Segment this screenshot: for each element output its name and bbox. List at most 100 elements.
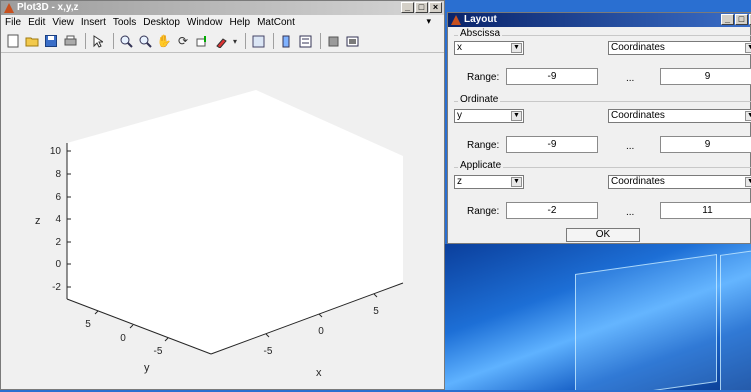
menu-edit[interactable]: Edit bbox=[28, 17, 45, 28]
print-icon[interactable] bbox=[62, 33, 78, 49]
toolbar-separator bbox=[85, 33, 86, 49]
toolbar-separator bbox=[113, 33, 114, 49]
z-tick-label: 6 bbox=[55, 192, 61, 203]
menu-window[interactable]: Window bbox=[187, 17, 223, 28]
ordinate-range-label: Range: bbox=[467, 140, 500, 151]
abscissa-mode-select[interactable]: Coordinates ▼ bbox=[608, 41, 751, 55]
maximize-button[interactable]: □ bbox=[735, 14, 748, 25]
zoom-in-icon[interactable] bbox=[118, 33, 134, 49]
z-tick-label: 4 bbox=[55, 214, 61, 225]
applicate-variable-select[interactable]: z ▼ bbox=[454, 175, 524, 189]
rotate-3d-icon[interactable]: ⟳ bbox=[175, 33, 191, 49]
ordinate-mode-value: Coordinates bbox=[611, 110, 665, 121]
applicate-variable-value: z bbox=[457, 176, 462, 187]
y-tick-mark bbox=[94, 310, 99, 315]
menu-desktop[interactable]: Desktop bbox=[143, 17, 180, 28]
colorbar-icon[interactable] bbox=[278, 33, 294, 49]
show-plot-tools-icon[interactable] bbox=[344, 33, 360, 49]
toolbar-separator bbox=[245, 33, 246, 49]
layout-window: Layout _ □ × Abscissa x ▼ Coordinates ▼ … bbox=[447, 12, 751, 244]
z-tick-label: 8 bbox=[55, 169, 61, 180]
pan-hand-icon[interactable]: ✋ bbox=[156, 33, 172, 49]
abscissa-label: Abscissa bbox=[458, 28, 503, 39]
figure-toolbar: ✋ ⟳ ▾ bbox=[1, 30, 444, 53]
z-tick-label: 10 bbox=[50, 146, 62, 157]
z-axis-label: z bbox=[35, 215, 41, 227]
menu-help[interactable]: Help bbox=[230, 17, 251, 28]
z-tick-label: 0 bbox=[55, 259, 61, 270]
layout-window-title: Layout bbox=[464, 14, 497, 25]
x-tick-label: 5 bbox=[373, 306, 379, 317]
desktop-background bbox=[445, 244, 751, 390]
ordinate-variable-value: y bbox=[457, 110, 462, 121]
plot-window-title-bar[interactable]: Plot3D - x,y,z _ □ × bbox=[1, 1, 444, 15]
applicate-group: Applicate bbox=[454, 160, 751, 171]
applicate-min-input[interactable]: -2 bbox=[506, 202, 598, 219]
ordinate-range-dots: ... bbox=[626, 141, 635, 152]
chevron-down-icon: ▼ bbox=[511, 111, 522, 121]
axes-3d[interactable]: 10 8 6 4 2 0 -2 5 0 -5 5 0 -5 z y x bbox=[1, 53, 444, 389]
z-tick-label: 2 bbox=[55, 237, 61, 248]
applicate-mode-select[interactable]: Coordinates ▼ bbox=[608, 175, 751, 189]
x-tick-label: 0 bbox=[318, 326, 324, 337]
abscissa-max-input[interactable]: 9 bbox=[660, 68, 751, 85]
ordinate-min-input[interactable]: -9 bbox=[506, 136, 598, 153]
y-axis-label: y bbox=[144, 362, 150, 374]
save-icon[interactable] bbox=[43, 33, 59, 49]
ok-button[interactable]: OK bbox=[566, 228, 640, 242]
layout-window-title-bar[interactable]: Layout _ □ × bbox=[448, 13, 751, 27]
pointer-icon[interactable] bbox=[90, 33, 106, 49]
chevron-down-icon: ▼ bbox=[511, 177, 522, 187]
y-tick-mark bbox=[129, 324, 134, 329]
brush-icon[interactable] bbox=[213, 33, 229, 49]
abscissa-range-dots: ... bbox=[626, 73, 635, 84]
zoom-out-icon[interactable] bbox=[137, 33, 153, 49]
abscissa-group: Abscissa bbox=[454, 28, 751, 39]
y-tick-label: -5 bbox=[154, 346, 163, 357]
new-figure-icon[interactable] bbox=[5, 33, 21, 49]
applicate-range-label: Range: bbox=[467, 206, 500, 217]
maximize-button[interactable]: □ bbox=[415, 2, 428, 13]
menu-view[interactable]: View bbox=[52, 17, 74, 28]
close-button[interactable]: × bbox=[429, 2, 442, 13]
abscissa-range-label: Range: bbox=[467, 72, 500, 83]
menu-file[interactable]: File bbox=[5, 17, 21, 28]
applicate-max-input[interactable]: 11 bbox=[660, 202, 751, 219]
hide-plot-tools-icon[interactable] bbox=[325, 33, 341, 49]
menu-bar: File Edit View Insert Tools Desktop Wind… bbox=[1, 15, 444, 30]
legend-icon[interactable] bbox=[297, 33, 313, 49]
axes-face bbox=[67, 90, 403, 354]
chevron-down-icon: ▼ bbox=[745, 177, 751, 187]
applicate-label: Applicate bbox=[458, 160, 504, 171]
window-logo-pane bbox=[575, 254, 717, 390]
open-file-icon[interactable] bbox=[24, 33, 40, 49]
ordinate-variable-select[interactable]: y ▼ bbox=[454, 109, 524, 123]
minimize-button[interactable]: _ bbox=[721, 14, 734, 25]
minimize-button[interactable]: _ bbox=[401, 2, 414, 13]
window-logo-pane bbox=[720, 249, 751, 390]
data-cursor-icon[interactable] bbox=[194, 33, 210, 49]
abscissa-variable-select[interactable]: x ▼ bbox=[454, 41, 524, 55]
abscissa-min-input[interactable]: -9 bbox=[506, 68, 598, 85]
menu-matcont[interactable]: MatCont bbox=[257, 17, 295, 28]
ordinate-mode-select[interactable]: Coordinates ▼ bbox=[608, 109, 751, 123]
ordinate-group: Ordinate bbox=[454, 94, 751, 105]
menu-insert[interactable]: Insert bbox=[81, 17, 106, 28]
chevron-down-icon: ▼ bbox=[745, 43, 751, 53]
x-axis-label: x bbox=[316, 367, 322, 379]
matlab-icon bbox=[4, 3, 14, 13]
x-tick-label: -5 bbox=[264, 346, 273, 357]
link-plot-icon[interactable] bbox=[250, 33, 266, 49]
ordinate-max-input[interactable]: 9 bbox=[660, 136, 751, 153]
x-tick-mark bbox=[265, 333, 270, 338]
chevron-down-icon: ▼ bbox=[511, 43, 522, 53]
abscissa-mode-value: Coordinates bbox=[611, 42, 665, 53]
menu-overflow-icon[interactable]: ▾ bbox=[426, 16, 431, 27]
menu-tools[interactable]: Tools bbox=[113, 17, 136, 28]
chevron-down-icon: ▼ bbox=[745, 111, 751, 121]
plot-area[interactable]: 10 8 6 4 2 0 -2 5 0 -5 5 0 -5 z y x bbox=[1, 53, 444, 389]
toolbar-separator bbox=[273, 33, 274, 49]
brush-dropdown-icon[interactable]: ▾ bbox=[232, 33, 238, 49]
y-tick-label: 5 bbox=[85, 319, 91, 330]
x-tick-mark bbox=[373, 293, 378, 298]
